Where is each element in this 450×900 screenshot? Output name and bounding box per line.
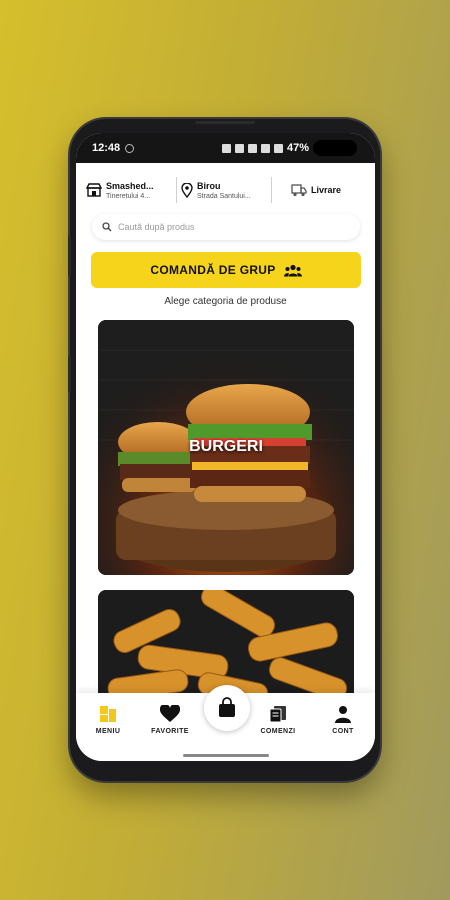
heart-icon	[160, 705, 180, 722]
location-address: Strada Santului...	[197, 192, 251, 200]
home-indicator	[183, 754, 269, 757]
wifi-icon	[260, 143, 270, 153]
signal-icon	[273, 143, 283, 153]
divider	[176, 177, 177, 203]
category-card-burgers[interactable]: BURGERI	[98, 320, 354, 575]
group-users-icon	[283, 264, 302, 276]
location-pin-icon	[181, 182, 193, 198]
search-icon	[102, 222, 112, 232]
restaurant-selector[interactable]: Smashed... Tineretului 4...	[86, 175, 172, 205]
group-order-button[interactable]: COMANDĂ DE GRUP	[91, 252, 361, 288]
delivery-truck-icon	[291, 184, 307, 197]
store-icon	[86, 183, 102, 197]
orders-icon	[269, 706, 286, 723]
vibrate-icon	[247, 143, 257, 153]
front-camera	[313, 140, 357, 156]
search-bar[interactable]	[92, 214, 360, 240]
bottom-navigation: MENIU FAVORITE COMENZI CONT	[76, 685, 375, 761]
nav-menu[interactable]: MENIU	[78, 705, 138, 735]
nav-favorites[interactable]: FAVORITE	[140, 705, 200, 735]
app-screen: 12:48 47% Smashed... Tineretului 4... Bi…	[76, 133, 375, 761]
status-time: 12:48	[92, 142, 121, 154]
nav-menu-label: MENIU	[95, 728, 121, 735]
top-sensor	[195, 121, 255, 124]
restaurant-address: Tineretului 4...	[106, 192, 151, 200]
category-title: BURGERI	[189, 438, 263, 455]
header-bar: Smashed... Tineretului 4... Birou Strada…	[86, 175, 366, 205]
power-button	[68, 356, 71, 392]
delivery-mode-toggle[interactable]: Livrare	[276, 175, 356, 205]
volume-button	[68, 236, 71, 276]
group-order-label: COMANDĂ DE GRUP	[150, 263, 276, 277]
divider	[271, 177, 272, 203]
nav-orders-label: COMENZI	[260, 728, 296, 735]
restaurant-name: Smashed...	[106, 180, 154, 191]
category-prompt: Alege categoria de produse	[164, 296, 287, 307]
shopping-bag-icon	[219, 697, 235, 717]
menu-icon	[100, 706, 116, 722]
nav-orders[interactable]: COMENZI	[248, 705, 308, 735]
notification-icon	[125, 143, 135, 153]
search-input[interactable]	[118, 222, 338, 232]
delivery-label: Livrare	[310, 185, 342, 195]
battery-level: 47%	[286, 142, 309, 154]
nav-account[interactable]: CONT	[313, 705, 373, 735]
nav-favorites-label: FAVORITE	[151, 728, 189, 735]
bluetooth-icon	[234, 143, 244, 153]
cart-button[interactable]	[204, 685, 250, 731]
location-name: Birou	[197, 180, 221, 191]
status-bar: 12:48 47%	[76, 133, 375, 163]
nav-account-label: CONT	[332, 728, 354, 735]
location-selector[interactable]: Birou Strada Santului...	[181, 175, 267, 205]
user-icon	[335, 706, 351, 723]
alarm-icon	[221, 143, 231, 153]
